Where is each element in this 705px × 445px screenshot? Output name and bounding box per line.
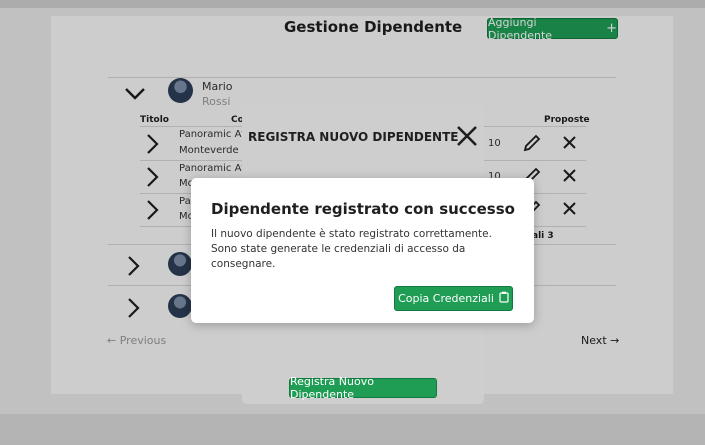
copy-credentials-button[interactable]: Copia Credenziali [394,286,513,311]
register-employee-button[interactable]: Registra Nuovo Dipendente [289,375,437,401]
copy-credentials-label: Copia Credenziali [398,292,494,305]
clipboard-icon [499,291,509,306]
close-icon[interactable] [456,125,478,152]
success-dialog-message: Il nuovo dipendente è stato registrato c… [211,228,492,270]
success-dialog-title: Dipendente registrato con successo [211,200,515,218]
register-modal-title: REGISTRA NUOVO DIPENDENTE [248,130,459,144]
